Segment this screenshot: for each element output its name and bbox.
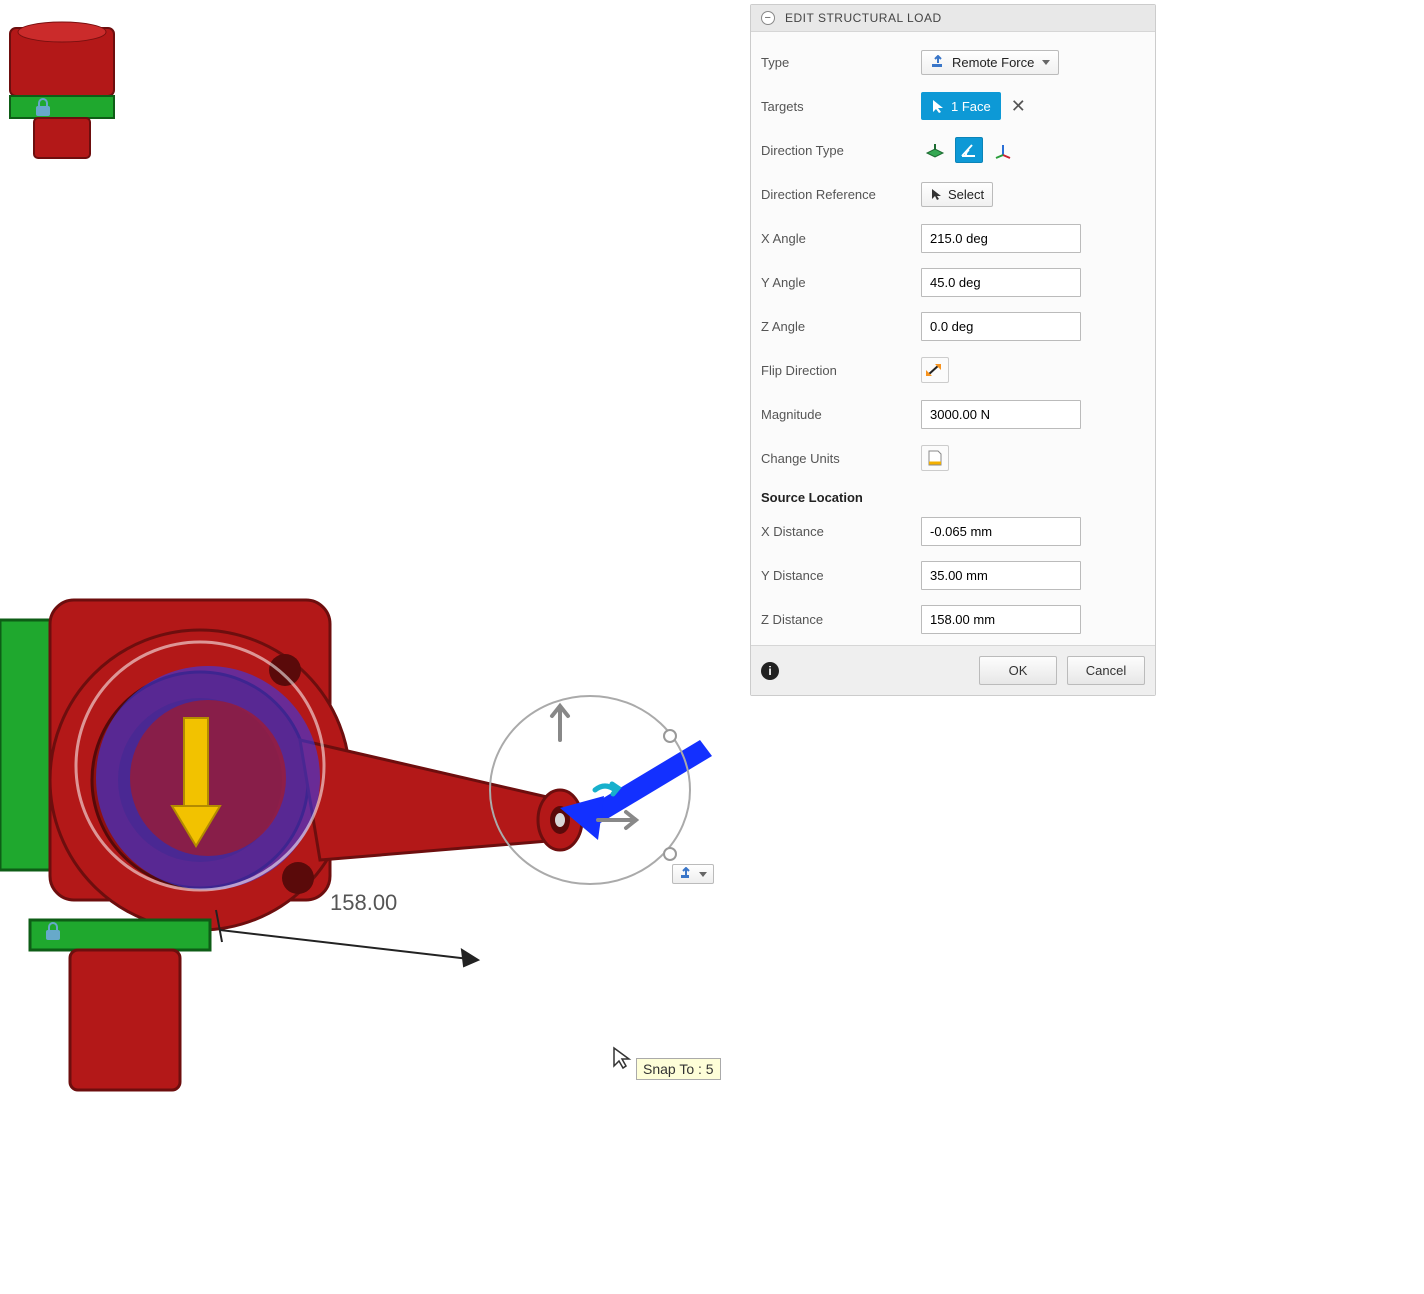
label-y-distance: Y Distance bbox=[761, 568, 921, 583]
collapse-icon[interactable]: − bbox=[761, 11, 775, 25]
label-flip-direction: Flip Direction bbox=[761, 363, 921, 378]
magnitude-input[interactable] bbox=[921, 400, 1081, 429]
y-distance-input[interactable] bbox=[921, 561, 1081, 590]
targets-value: 1 Face bbox=[951, 99, 991, 114]
chevron-down-icon bbox=[699, 872, 707, 877]
direction-type-normal[interactable] bbox=[921, 137, 949, 163]
viewport-3d[interactable]: 158.00 Snap To : 5 bbox=[0, 0, 750, 1294]
label-direction-type: Direction Type bbox=[761, 143, 921, 158]
direction-reference-select[interactable]: Select bbox=[921, 182, 993, 207]
label-z-distance: Z Distance bbox=[761, 612, 921, 627]
label-y-angle: Y Angle bbox=[761, 275, 921, 290]
flip-direction-button[interactable] bbox=[921, 357, 949, 383]
angle-icon bbox=[959, 141, 979, 159]
change-units-button[interactable] bbox=[921, 445, 949, 471]
panel-body: Type Remote Force Targets 1 Face bbox=[751, 32, 1155, 645]
z-angle-input[interactable] bbox=[921, 312, 1081, 341]
plane-normal-icon bbox=[925, 141, 945, 159]
mouse-cursor-icon bbox=[612, 1046, 632, 1076]
label-targets: Targets bbox=[761, 99, 921, 114]
document-icon bbox=[926, 449, 944, 467]
direction-type-vector[interactable] bbox=[989, 137, 1017, 163]
y-angle-input[interactable] bbox=[921, 268, 1081, 297]
type-dropdown[interactable]: Remote Force bbox=[921, 50, 1059, 75]
cursor-icon bbox=[930, 187, 942, 201]
snap-tooltip: Snap To : 5 bbox=[636, 1058, 721, 1080]
panel-footer: i OK Cancel bbox=[751, 645, 1155, 695]
info-icon[interactable]: i bbox=[761, 662, 779, 680]
label-z-angle: Z Angle bbox=[761, 319, 921, 334]
cursor-select-icon bbox=[931, 98, 945, 114]
dimension-value: 158.00 bbox=[330, 890, 397, 916]
edit-structural-load-panel: − EDIT STRUCTURAL LOAD Type Remote Force… bbox=[750, 4, 1156, 696]
direction-reference-value: Select bbox=[948, 187, 984, 202]
panel-header[interactable]: − EDIT STRUCTURAL LOAD bbox=[751, 5, 1155, 32]
x-angle-input[interactable] bbox=[921, 224, 1081, 253]
z-distance-input[interactable] bbox=[921, 605, 1081, 634]
label-x-distance: X Distance bbox=[761, 524, 921, 539]
clear-targets-button[interactable]: ✕ bbox=[1007, 96, 1030, 117]
direction-type-angle[interactable] bbox=[955, 137, 983, 163]
ok-button[interactable]: OK bbox=[979, 656, 1057, 685]
model-svg bbox=[0, 0, 750, 1294]
panel-title: EDIT STRUCTURAL LOAD bbox=[785, 11, 942, 25]
axes-icon bbox=[993, 141, 1013, 159]
label-type: Type bbox=[761, 55, 921, 70]
cancel-button[interactable]: Cancel bbox=[1067, 656, 1145, 685]
remote-force-icon bbox=[930, 55, 946, 69]
type-value: Remote Force bbox=[952, 55, 1034, 70]
x-distance-input[interactable] bbox=[921, 517, 1081, 546]
drag-mode-flyout[interactable] bbox=[672, 864, 714, 884]
label-magnitude: Magnitude bbox=[761, 407, 921, 422]
section-source-location: Source Location bbox=[761, 480, 1145, 509]
targets-selection[interactable]: 1 Face bbox=[921, 92, 1001, 120]
label-x-angle: X Angle bbox=[761, 231, 921, 246]
label-direction-reference: Direction Reference bbox=[761, 187, 921, 202]
remote-force-mini-icon bbox=[679, 867, 693, 881]
label-change-units: Change Units bbox=[761, 451, 921, 466]
chevron-down-icon bbox=[1042, 60, 1050, 65]
flip-arrow-icon bbox=[925, 361, 945, 379]
